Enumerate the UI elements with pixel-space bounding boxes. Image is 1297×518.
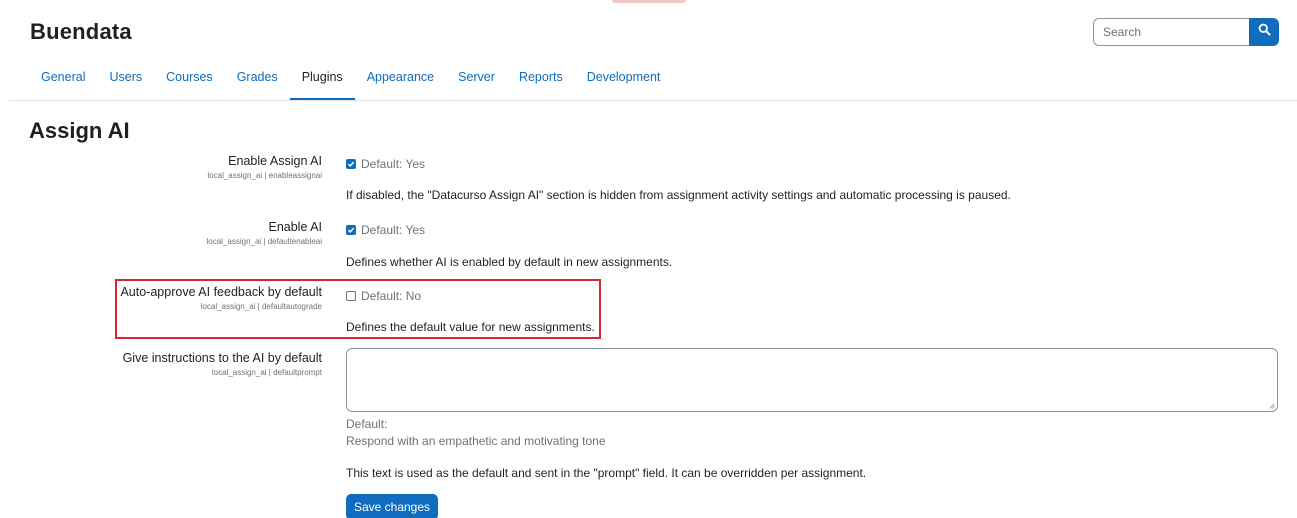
enable-ai-description: Defines whether AI is enabled by default… <box>346 255 673 269</box>
search-icon <box>1258 23 1271 41</box>
instructions-default-value: Respond with an empathetic and motivatin… <box>346 434 606 448</box>
enable-assign-ai-default: Default: Yes <box>361 157 426 171</box>
setting-label-enable-ai: Enable AI local_assign_ai | defaultenabl… <box>207 220 323 246</box>
page-title: Assign AI <box>29 118 130 143</box>
enable-ai-default: Default: Yes <box>361 223 426 237</box>
search-button[interactable] <box>1249 18 1279 46</box>
site-title: Buendata <box>30 19 132 44</box>
instructions-description: This text is used as the default and sen… <box>346 466 867 480</box>
tab-grades[interactable]: Grades <box>225 62 290 101</box>
setting-key: local_assign_ai | defaultenableai <box>206 237 323 246</box>
tabs-divider <box>9 100 1297 101</box>
enable-assign-ai-checkbox-row[interactable]: Default: Yes <box>346 157 425 171</box>
setting-label-auto-approve: Auto-approve AI feedback by default loca… <box>120 285 322 311</box>
auto-approve-description: Defines the default value for new assign… <box>346 320 595 334</box>
setting-title: Auto-approve AI feedback by default <box>120 285 322 299</box>
auto-approve-checkbox-row[interactable]: Default: No <box>346 289 421 303</box>
top-decoration <box>612 0 686 3</box>
tab-appearance[interactable]: Appearance <box>355 62 446 101</box>
tab-development[interactable]: Development <box>575 62 673 101</box>
setting-label-instructions: Give instructions to the AI by default l… <box>123 351 322 377</box>
tab-plugins[interactable]: Plugins <box>289 62 355 101</box>
tab-reports[interactable]: Reports <box>507 62 575 101</box>
tab-users[interactable]: Users <box>97 62 154 101</box>
setting-label-enable-assign-ai: Enable Assign AI local_assign_ai | enabl… <box>207 154 322 180</box>
search-input[interactable] <box>1093 18 1250 46</box>
search-box <box>1093 18 1279 46</box>
auto-approve-default: Default: No <box>361 289 422 303</box>
setting-title: Enable AI <box>268 220 322 234</box>
enable-assign-ai-checkbox[interactable] <box>346 159 356 169</box>
auto-approve-checkbox[interactable] <box>346 291 356 301</box>
admin-tabs: General Users Courses Grades Plugins App… <box>29 62 672 101</box>
tab-server[interactable]: Server <box>446 62 507 101</box>
setting-title: Give instructions to the AI by default <box>122 351 322 365</box>
setting-key: local_assign_ai | enableassignai <box>207 171 322 180</box>
instructions-default-label: Default: <box>346 417 388 431</box>
enable-assign-ai-description: If disabled, the "Datacurso Assign AI" s… <box>346 188 1011 202</box>
setting-key: local_assign_ai | defaultprompt <box>211 368 322 377</box>
tab-courses[interactable]: Courses <box>154 62 225 101</box>
save-changes-button[interactable]: Save changes <box>346 494 438 518</box>
resize-grip-icon[interactable] <box>1269 403 1275 409</box>
tab-general[interactable]: General <box>29 62 97 101</box>
instructions-textarea[interactable] <box>346 348 1278 412</box>
setting-title: Enable Assign AI <box>228 154 322 168</box>
enable-ai-checkbox[interactable] <box>346 225 356 235</box>
enable-ai-checkbox-row[interactable]: Default: Yes <box>346 223 425 237</box>
setting-key: local_assign_ai | defaultautograde <box>200 302 322 311</box>
